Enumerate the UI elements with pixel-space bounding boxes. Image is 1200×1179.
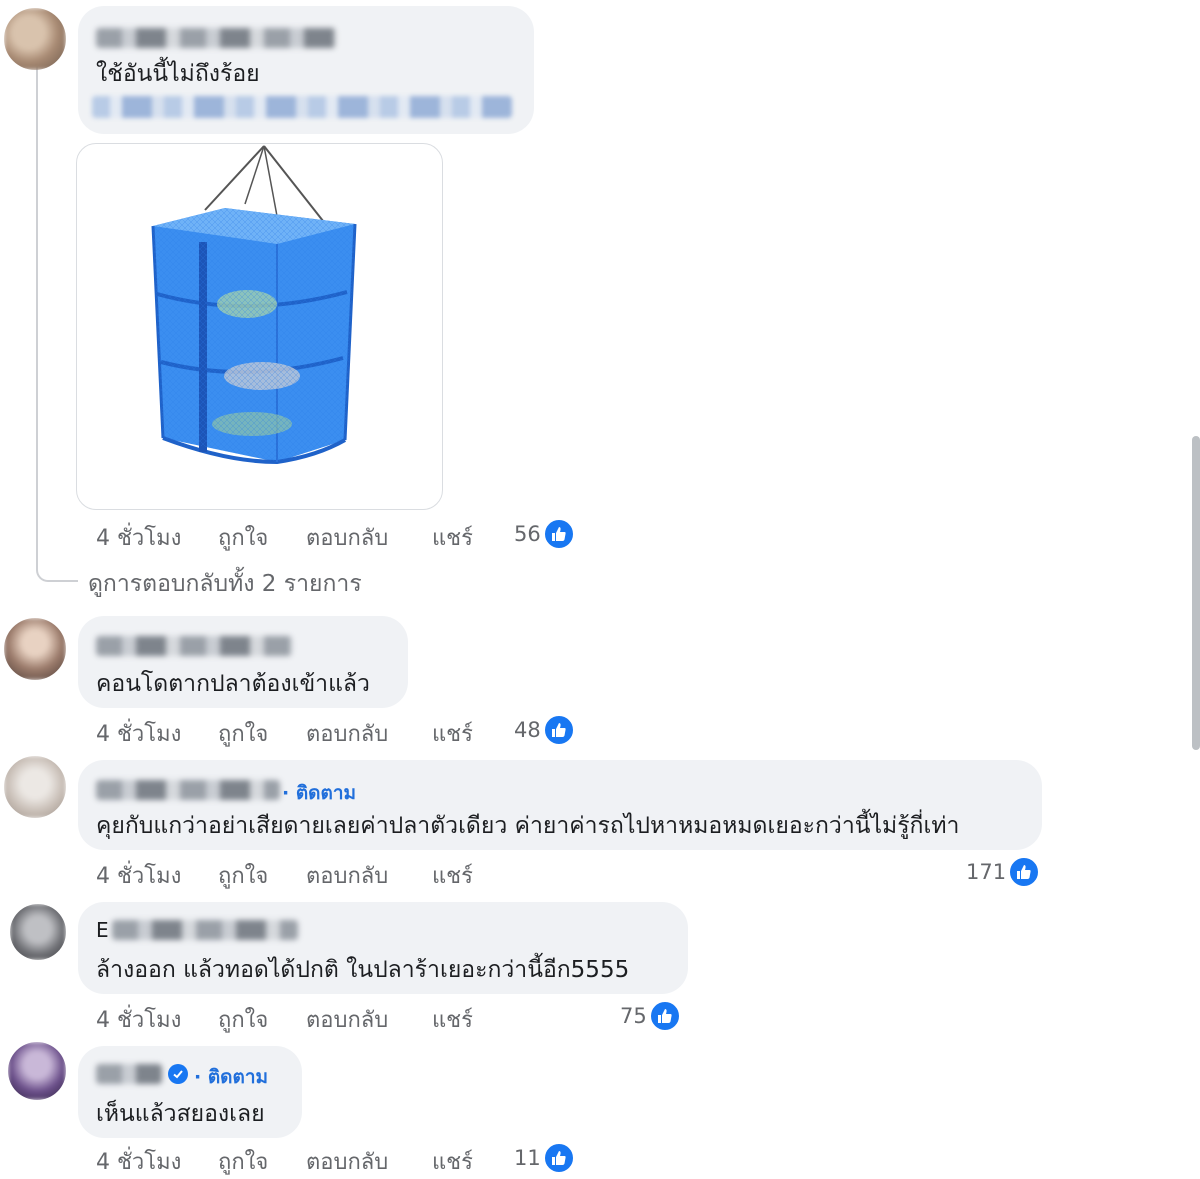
author-name-initial[interactable]: E [96,918,109,942]
reaction-number: 171 [966,860,1007,884]
like-thumb-icon [542,1142,575,1174]
reaction-count[interactable]: 171 [966,856,1041,888]
comment-actions: 4 ชั่วโมง ถูกใจ ตอบกลับ แชร์ [96,520,473,555]
reaction-count[interactable]: 11 [514,1142,575,1174]
share-button[interactable]: แชร์ [432,1144,473,1179]
share-button[interactable]: แชร์ [432,520,473,555]
scrollbar[interactable] [1192,436,1200,750]
like-button[interactable]: ถูกใจ [218,1144,306,1179]
comment-time[interactable]: 4 ชั่วโมง [96,716,218,751]
comment-time[interactable]: 4 ชั่วโมง [96,858,218,893]
avatar[interactable] [10,904,66,960]
comment-actions: 4 ชั่วโมง ถูกใจ ตอบกลับ แชร์ [96,1144,473,1179]
follow-link[interactable]: · ติดตาม [194,1062,268,1092]
view-replies-link[interactable]: ดูการตอบกลับทั้ง 2 รายการ [88,566,362,602]
share-button[interactable]: แชร์ [432,858,473,893]
hanging-mesh-dryer-image [151,145,357,465]
thread-connector [36,540,78,582]
avatar[interactable] [8,1042,66,1100]
thread-line [36,66,38,556]
like-thumb-icon [1008,856,1041,888]
comment-text: คุยกับแกว่าอย่าเสียดายเลยค่าปลาตัวเดียว … [96,813,960,839]
comment-bubble: · ติดตาม คุยกับแกว่าอย่าเสียดายเลยค่าปลา… [78,760,1042,850]
comment-text: เห็นแล้วสยองเลย [96,1101,265,1127]
like-button[interactable]: ถูกใจ [218,858,306,893]
share-button[interactable]: แชร์ [432,1002,473,1037]
reaction-number: 48 [514,718,541,742]
comment-bubble: คอนโดตากปลาต้องเข้าแล้ว [78,616,408,708]
reply-button[interactable]: ตอบกลับ [306,716,432,751]
comment-actions: 4 ชั่วโมง ถูกใจ ตอบกลับ แชร์ [96,716,473,751]
author-name-blurred[interactable] [112,920,298,940]
like-button[interactable]: ถูกใจ [218,520,306,555]
reply-button[interactable]: ตอบกลับ [306,858,432,893]
follow-link[interactable]: · ติดตาม [282,778,356,808]
comment-time[interactable]: 4 ชั่วโมง [96,1002,218,1037]
reaction-number: 75 [620,1004,647,1028]
reply-button[interactable]: ตอบกลับ [306,1144,432,1179]
comment-bubble: · ติดตาม เห็นแล้วสยองเลย [78,1046,302,1138]
comment-text: ใช้อันนี้ไม่ถึงร้อย [96,61,260,87]
reaction-number: 11 [514,1146,541,1170]
comment-actions: 4 ชั่วโมง ถูกใจ ตอบกลับ แชร์ [96,1002,473,1037]
verified-badge-icon [168,1064,188,1084]
comment-text: คอนโดตากปลาต้องเข้าแล้ว [96,671,370,697]
share-button[interactable]: แชร์ [432,716,473,751]
comment-image[interactable] [76,143,443,510]
like-button[interactable]: ถูกใจ [218,716,306,751]
like-thumb-icon [542,518,575,550]
author-name-blurred[interactable] [96,636,292,656]
reaction-count[interactable]: 56 [514,518,575,550]
avatar[interactable] [4,8,66,70]
comment-bubble: E ล้างออก แล้วทอดได้ปกติ ในปลาร้าเยอะกว่… [78,902,688,994]
avatar[interactable] [4,756,66,818]
comment-text: ล้างออก แล้วทอดได้ปกติ ในปลาร้าเยอะกว่าน… [96,957,630,983]
like-thumb-icon [648,1000,681,1032]
reaction-number: 56 [514,522,541,546]
comment-bubble: ใช้อันนี้ไม่ถึงร้อย [78,6,534,134]
comment-actions: 4 ชั่วโมง ถูกใจ ตอบกลับ แชร์ [96,858,473,893]
reply-button[interactable]: ตอบกลับ [306,1002,432,1037]
like-thumb-icon [542,714,575,746]
reaction-count[interactable]: 48 [514,714,575,746]
reaction-count[interactable]: 75 [620,1000,681,1032]
like-button[interactable]: ถูกใจ [218,1002,306,1037]
comment-link-blurred[interactable] [92,96,512,118]
author-name-blurred[interactable] [96,780,280,800]
reply-button[interactable]: ตอบกลับ [306,520,432,555]
author-name-blurred[interactable] [96,28,336,48]
comment-time[interactable]: 4 ชั่วโมง [96,1144,218,1179]
author-name-blurred[interactable] [96,1064,162,1084]
comment-time[interactable]: 4 ชั่วโมง [96,520,218,555]
avatar[interactable] [4,618,66,680]
